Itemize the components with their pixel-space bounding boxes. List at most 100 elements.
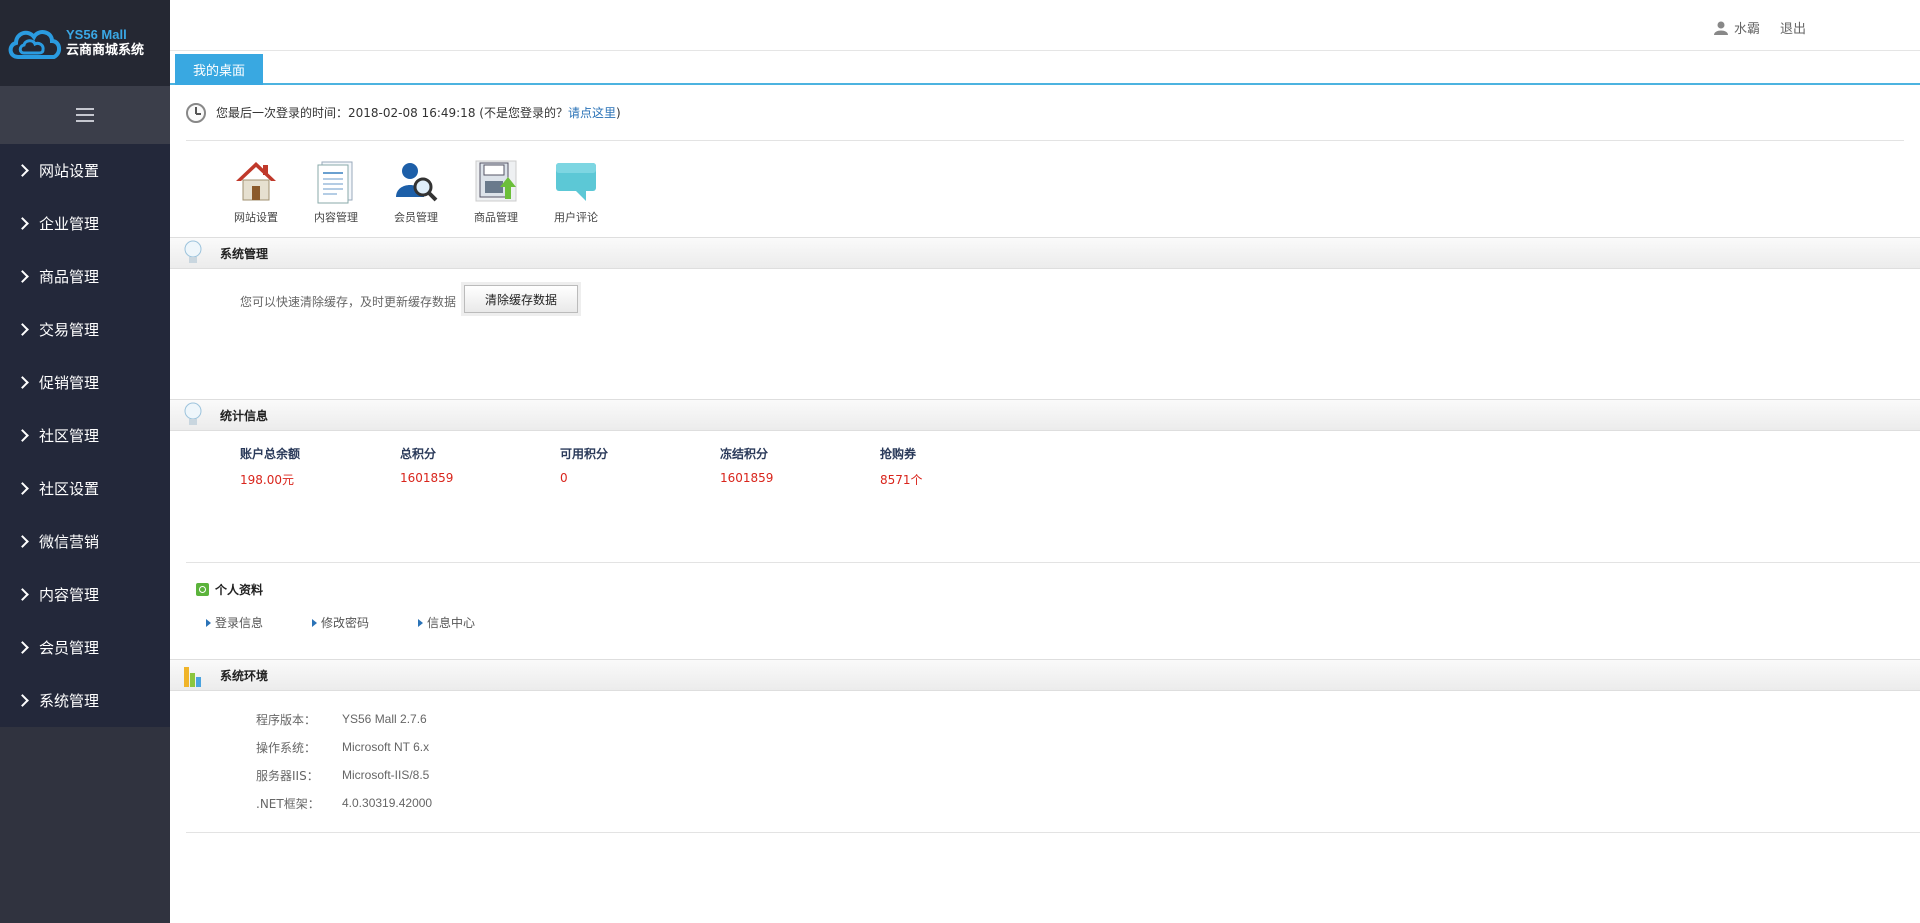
quick-link-products[interactable]: 商品管理 <box>456 157 536 237</box>
message-center-link[interactable]: 信息中心 <box>418 614 524 631</box>
sidebar-item-content[interactable]: 内容管理 <box>0 568 170 621</box>
stat-coupons: 抢购券 8571个 <box>880 445 1040 488</box>
username[interactable]: 水霸 <box>1734 18 1760 37</box>
bar-chart-icon <box>184 667 201 687</box>
section-title: 系统环境 <box>220 668 269 683</box>
last-login-info: 您最后一次登录的时间：2018-02-08 16:49:18 (不是您登录的？请… <box>186 85 1904 141</box>
login-info-link[interactable]: 登录信息 <box>206 614 312 631</box>
environment-panel: 程序版本： YS56 Mall 2.7.6 操作系统： Microsoft NT… <box>186 691 1920 833</box>
env-label: 操作系统： <box>256 740 317 755</box>
sidebar-item-label: 社区设置 <box>39 480 100 498</box>
not-me-link[interactable]: 请点这里 <box>568 104 616 121</box>
sidebar-item-label: 内容管理 <box>39 586 100 604</box>
sidebar-item-label: 微信营销 <box>39 533 100 551</box>
sidebar-item-label: 促销管理 <box>39 374 100 392</box>
stat-account-balance: 账户总余额 198.00元 <box>240 445 400 488</box>
quick-link-content[interactable]: 内容管理 <box>296 157 376 237</box>
env-row: .NET框架： 4.0.30319.42000 <box>256 789 1920 817</box>
chevron-right-icon <box>16 641 29 654</box>
profile-section: 个人资料 登录信息 修改密码 信息中心 <box>170 563 1920 659</box>
stat-label: 冻结积分 <box>720 447 769 461</box>
arrow-right-icon <box>312 618 317 627</box>
user-menu: 水霸 退出 <box>1714 18 1806 37</box>
sidebar-menu: 网站设置 企业管理 商品管理 交易管理 促销管理 社区管理 社区设置 微信营销 … <box>0 144 170 727</box>
stat-value: 1601859 <box>720 471 774 485</box>
sidebar: YS56 Mall 云商商城系统 网站设置 企业管理 商品管理 交易管理 促销管… <box>0 0 170 923</box>
statistics-panel: 账户总余额 198.00元 总积分 1601859 可用积分 0 冻结积分 16… <box>186 431 1920 563</box>
env-value: YS56 Mall 2.7.6 <box>342 712 427 726</box>
sidebar-item-system[interactable]: 系统管理 <box>0 674 170 727</box>
sidebar-item-community[interactable]: 社区管理 <box>0 409 170 462</box>
change-password-link[interactable]: 修改密码 <box>312 614 418 631</box>
sidebar-item-label: 社区管理 <box>39 427 100 445</box>
env-value: 4.0.30319.42000 <box>342 796 433 810</box>
product-upload-icon <box>475 160 517 202</box>
sidebar-item-label: 企业管理 <box>39 215 100 233</box>
env-value: Microsoft NT 6.x <box>342 740 430 754</box>
chevron-right-icon <box>16 270 29 283</box>
stat-label: 抢购券 <box>880 447 917 461</box>
app: YS56 Mall 云商商城系统 网站设置 企业管理 商品管理 交易管理 促销管… <box>0 0 1920 923</box>
sidebar-toggle[interactable] <box>0 86 170 144</box>
arrow-right-icon <box>206 618 211 627</box>
stat-value: 0 <box>560 471 568 485</box>
cache-description: 您可以快速清除缓存，及时更新缓存数据 <box>240 295 457 309</box>
arrow-right-icon <box>418 618 423 627</box>
chevron-right-icon <box>16 217 29 230</box>
sidebar-item-promotions[interactable]: 促销管理 <box>0 356 170 409</box>
sidebar-item-label: 商品管理 <box>39 268 100 286</box>
logout-link[interactable]: 退出 <box>1780 18 1806 37</box>
chevron-right-icon <box>16 164 29 177</box>
quick-link-label: 商品管理 <box>474 211 518 224</box>
sidebar-item-members[interactable]: 会员管理 <box>0 621 170 674</box>
quick-link-label: 网站设置 <box>234 211 278 224</box>
stat-frozen-points: 冻结积分 1601859 <box>720 445 880 488</box>
sidebar-item-website-settings[interactable]: 网站设置 <box>0 144 170 197</box>
profile-links: 登录信息 修改密码 信息中心 <box>196 614 1920 631</box>
speech-bubble-icon <box>556 163 596 201</box>
tab-my-desktop[interactable]: 我的桌面 <box>175 54 263 85</box>
quick-link-label: 会员管理 <box>394 211 438 224</box>
quick-link-comments[interactable]: 用户评论 <box>536 157 616 237</box>
quick-link-label: 内容管理 <box>314 211 358 224</box>
env-value: Microsoft-IIS/8.5 <box>342 768 430 782</box>
quick-link-members[interactable]: 会员管理 <box>376 157 456 237</box>
clock-icon <box>186 102 206 123</box>
sidebar-item-label: 会员管理 <box>39 639 100 657</box>
last-login-suffix: ) <box>615 105 621 120</box>
clear-cache-button[interactable]: 清除缓存数据 <box>464 285 579 313</box>
stat-label: 可用积分 <box>560 447 609 461</box>
tab-bar: 我的桌面 <box>170 51 1920 85</box>
stat-total-points: 总积分 1601859 <box>400 445 560 488</box>
sidebar-item-community-settings[interactable]: 社区设置 <box>0 462 170 515</box>
sidebar-item-wechat[interactable]: 微信营销 <box>0 515 170 568</box>
stat-available-points: 可用积分 0 <box>560 445 720 488</box>
sidebar-item-label: 交易管理 <box>39 321 100 339</box>
section-title: 系统管理 <box>220 246 269 261</box>
logo[interactable]: YS56 Mall 云商商城系统 <box>0 0 170 86</box>
sidebar-item-transactions[interactable]: 交易管理 <box>0 303 170 356</box>
system-management-header: 系统管理 <box>170 237 1920 269</box>
stat-value: 198.00元 <box>240 473 294 487</box>
profile-icon <box>196 583 209 596</box>
section-title: 统计信息 <box>220 408 269 423</box>
brand-name-en: YS56 Mall <box>66 27 127 42</box>
house-icon <box>236 162 276 201</box>
sidebar-item-label: 网站设置 <box>39 162 100 180</box>
chevron-right-icon <box>16 694 29 707</box>
sidebar-item-enterprise[interactable]: 企业管理 <box>0 197 170 250</box>
quick-link-website-settings[interactable]: 网站设置 <box>216 157 296 237</box>
chevron-right-icon <box>16 535 29 548</box>
chevron-right-icon <box>16 429 29 442</box>
env-row: 服务器IIS： Microsoft-IIS/8.5 <box>256 761 1920 789</box>
chevron-right-icon <box>16 376 29 389</box>
chevron-right-icon <box>16 323 29 336</box>
profile-title: 个人资料 <box>196 581 1920 598</box>
section-title: 个人资料 <box>215 583 264 597</box>
sidebar-item-products[interactable]: 商品管理 <box>0 250 170 303</box>
statistics-header: 统计信息 <box>170 399 1920 431</box>
hamburger-icon <box>76 108 94 122</box>
chevron-right-icon <box>16 588 29 601</box>
environment-header: 系统环境 <box>170 659 1920 691</box>
user-icon <box>1714 21 1728 35</box>
